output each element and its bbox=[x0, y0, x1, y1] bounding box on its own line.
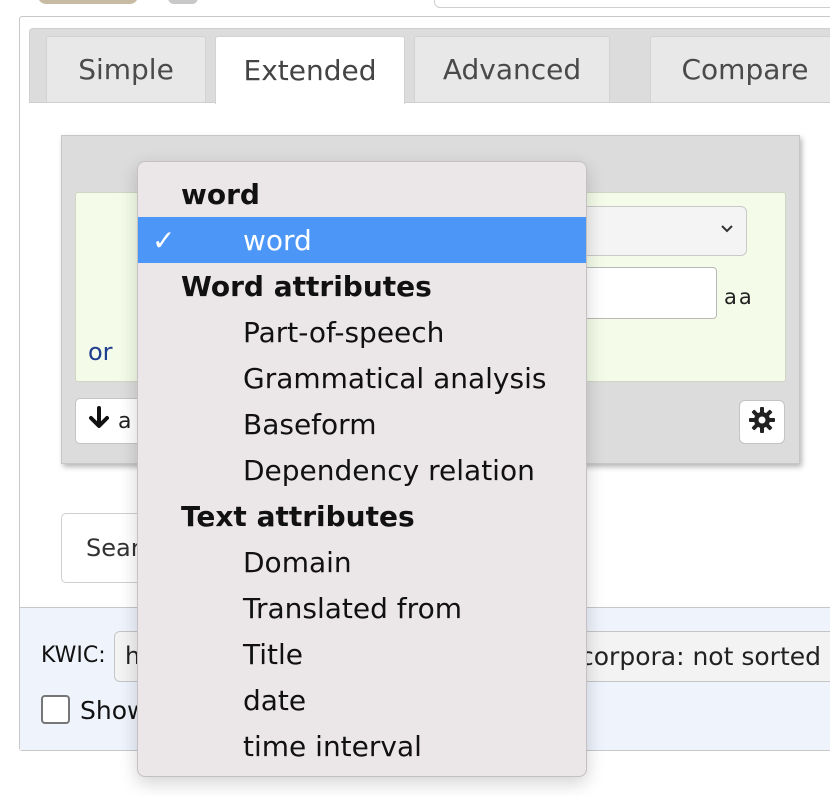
case-sensitive-toggle[interactable]: aa bbox=[724, 285, 754, 309]
show-checkbox[interactable] bbox=[41, 695, 70, 724]
avatar-secondary bbox=[168, 0, 198, 4]
tab-simple[interactable]: Simple bbox=[46, 36, 206, 102]
tab-compare[interactable]: Compare bbox=[650, 36, 830, 102]
attribute-dropdown-menu: word ✓ word Word attributes Part-of-spee… bbox=[137, 161, 587, 777]
tab-extended[interactable]: Extended bbox=[215, 36, 405, 104]
group-header-word-attributes: Word attributes bbox=[181, 269, 432, 303]
option-word[interactable]: ✓ word bbox=[138, 217, 586, 263]
checkmark-icon: ✓ bbox=[152, 223, 176, 257]
option-title[interactable]: Title bbox=[138, 631, 586, 677]
group-header-text-attributes: Text attributes bbox=[181, 499, 415, 533]
chevron-down-icon bbox=[720, 218, 734, 245]
attribute-select[interactable] bbox=[560, 206, 747, 256]
option-baseform[interactable]: Baseform bbox=[138, 401, 586, 447]
arrow-down-icon bbox=[88, 406, 110, 436]
or-link[interactable]: or bbox=[88, 338, 113, 366]
option-domain[interactable]: Domain bbox=[138, 539, 586, 585]
kwic-label: KWIC: bbox=[41, 643, 106, 668]
avatar bbox=[38, 0, 138, 4]
option-grammatical-analysis[interactable]: Grammatical analysis bbox=[138, 355, 586, 401]
option-date[interactable]: date bbox=[138, 677, 586, 723]
option-time-interval[interactable]: time interval bbox=[138, 723, 586, 769]
option-part-of-speech[interactable]: Part-of-speech bbox=[138, 309, 586, 355]
option-label: word bbox=[243, 223, 312, 257]
sort-select[interactable]: corpora: not sorted bbox=[560, 631, 830, 682]
gear-icon bbox=[748, 406, 776, 438]
add-token-label: a bbox=[118, 408, 132, 434]
option-translated-from[interactable]: Translated from bbox=[138, 585, 586, 631]
option-dependency-relation[interactable]: Dependency relation bbox=[138, 447, 586, 493]
group-header-word: word bbox=[181, 177, 260, 211]
top-search-input[interactable] bbox=[434, 0, 830, 8]
tab-advanced[interactable]: Advanced bbox=[414, 36, 610, 102]
settings-button[interactable] bbox=[739, 400, 785, 444]
